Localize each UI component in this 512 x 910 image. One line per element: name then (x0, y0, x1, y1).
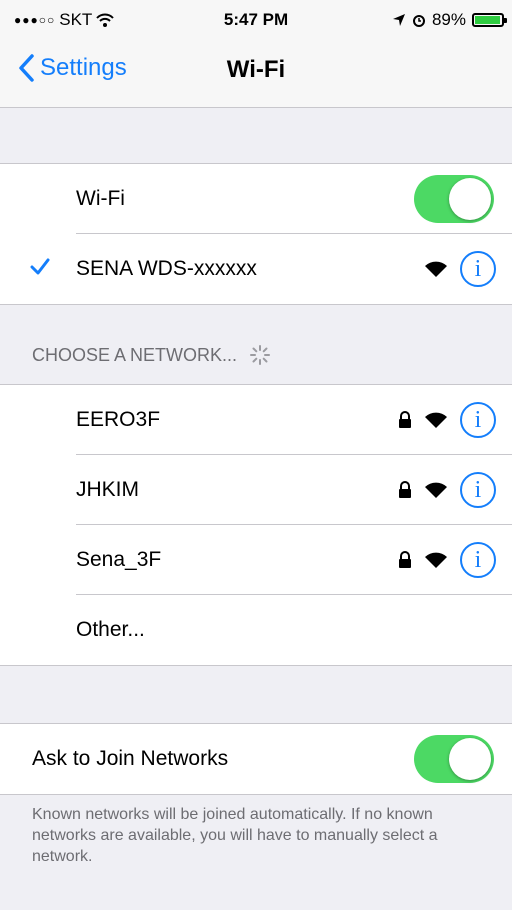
lock-icon (399, 411, 411, 428)
info-icon: i (474, 255, 482, 282)
ask-to-join-footer: Known networks will be joined automatica… (32, 806, 438, 865)
location-arrow-icon (392, 14, 405, 26)
battery-icon (472, 13, 507, 27)
page-title: Wi-Fi (226, 56, 286, 83)
networks-list: EERO3F i JHKIM i Sena_3F i Other... (0, 384, 512, 666)
network-row[interactable]: JHKIM i (0, 455, 512, 525)
wifi-toggle[interactable] (414, 175, 494, 223)
checkmark-icon (30, 258, 50, 275)
ask-to-join-toggle[interactable] (414, 735, 494, 783)
row-accessories: i (424, 234, 496, 304)
wifi-signal-icon (425, 261, 447, 277)
wifi-group: Wi-Fi SENA WDS-xxxxxx i (0, 163, 512, 305)
row-accessories: i (398, 385, 496, 455)
info-icon: i (474, 546, 482, 573)
other-network-row[interactable]: Other... (0, 595, 512, 665)
wifi-toggle-row: Wi-Fi (0, 164, 512, 234)
network-row[interactable]: EERO3F i (0, 385, 512, 455)
wifi-signal-icon (425, 482, 447, 498)
info-button[interactable]: i (460, 472, 496, 508)
network-row[interactable]: Sena_3F i (0, 525, 512, 595)
info-icon: i (474, 406, 482, 433)
wifi-signal-icon (425, 552, 447, 568)
info-button[interactable]: i (460, 402, 496, 438)
info-button[interactable]: i (460, 251, 496, 287)
status-bar: ●●●○○ SKT 5:47 PM 89% (0, 0, 512, 36)
ask-to-join-row: Ask to Join Networks (0, 724, 512, 794)
spinner-icon (250, 345, 271, 365)
wifi-toggle-label: Wi-Fi (76, 187, 125, 210)
toggle-knob (449, 738, 491, 780)
info-button[interactable]: i (460, 542, 496, 578)
wifi-signal-icon (425, 412, 447, 428)
ask-to-join-label: Ask to Join Networks (32, 747, 229, 770)
navigation-bar: Settings Wi-Fi (0, 36, 512, 108)
status-right: 89% (392, 10, 507, 30)
info-icon: i (474, 476, 482, 503)
connected-network-row[interactable]: SENA WDS-xxxxxx i (0, 234, 512, 304)
ask-to-join-group: Ask to Join Networks (0, 723, 512, 795)
toggle-knob (449, 178, 491, 220)
choose-network-label: CHOOSE A NETWORK... (32, 344, 238, 365)
battery-percentage: 89% (431, 10, 466, 29)
network-name: Sena_3F (76, 548, 162, 571)
connected-network-name: SENA WDS-xxxxxx (76, 257, 257, 280)
alarm-icon (412, 15, 425, 27)
other-network-label: Other... (76, 618, 145, 641)
network-name: JHKIM (76, 478, 139, 501)
lock-icon (399, 481, 411, 498)
choose-network-header: CHOOSE A NETWORK... (32, 344, 271, 366)
row-accessories: i (398, 525, 496, 595)
lock-icon (399, 551, 411, 568)
battery-level (475, 16, 500, 24)
row-accessories: i (398, 455, 496, 525)
network-name: EERO3F (76, 408, 161, 431)
